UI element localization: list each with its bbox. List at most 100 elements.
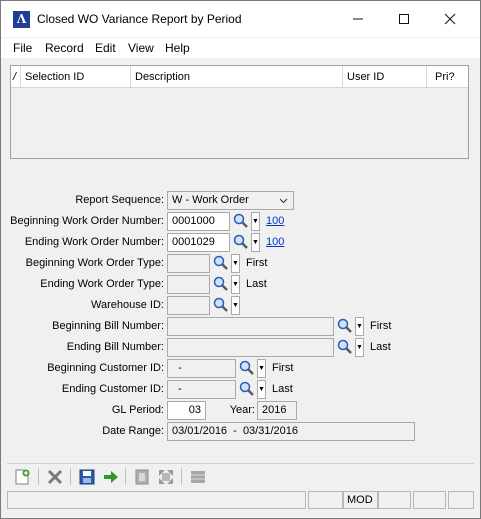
new-record-button[interactable]: [12, 467, 32, 487]
maximize-button[interactable]: [387, 5, 421, 33]
warehouse-id-input[interactable]: [167, 296, 210, 315]
menu-bar: File Record Edit View Help: [1, 38, 480, 58]
ending-bill-number-label: Ending Bill Number:: [66, 341, 164, 353]
maximize-icon: [399, 14, 409, 24]
arrow-right-icon: [104, 471, 118, 483]
ending-customer-id-lookup-button[interactable]: [238, 380, 256, 398]
ending-customer-id-dropdown-button[interactable]: ▼: [257, 380, 266, 399]
status-cell: [413, 491, 446, 509]
beginning-work-order-type-lookup-button[interactable]: [212, 254, 230, 272]
ending-bill-number-hint: Last: [370, 341, 391, 353]
grid-header: / Selection ID Description User ID Pri?: [11, 66, 468, 88]
ending-customer-id-hint: Last: [272, 383, 293, 395]
magnifier-icon: [233, 234, 248, 249]
gl-period-input[interactable]: 03: [167, 401, 206, 420]
status-mode-cell: MOD: [343, 491, 378, 509]
ending-work-order-type-dropdown-button[interactable]: ▼: [231, 275, 240, 294]
toolbar-separator: [125, 468, 126, 485]
ending-work-order-dropdown-button[interactable]: ▼: [251, 233, 260, 252]
report-sequence-label: Report Sequence:: [75, 194, 164, 206]
expand-arrows-icon: [159, 470, 173, 484]
menu-edit[interactable]: Edit: [95, 41, 116, 55]
beginning-customer-id-lookup-button[interactable]: [238, 359, 256, 377]
year-label: Year:: [229, 404, 255, 416]
beginning-bill-number-label: Beginning Bill Number:: [52, 320, 164, 332]
beginning-work-order-dropdown-button[interactable]: ▼: [251, 212, 260, 231]
beginning-bill-number-input[interactable]: [167, 317, 334, 336]
grid-view-button: [188, 467, 208, 487]
ending-work-order-type-lookup-button[interactable]: [212, 275, 230, 293]
ending-work-order-lookup-button[interactable]: [232, 233, 250, 251]
report-window: Λ Closed WO Variance Report by Period Fi…: [0, 0, 481, 519]
beginning-work-order-type-dropdown-button[interactable]: ▼: [231, 254, 240, 273]
gl-period-label: GL Period:: [111, 404, 164, 416]
save-button[interactable]: [77, 467, 97, 487]
ending-customer-id-input[interactable]: -: [167, 380, 236, 399]
grid-icon: [191, 471, 205, 483]
menu-help[interactable]: Help: [165, 41, 190, 55]
copy-button: [132, 467, 152, 487]
ending-work-order-type-hint: Last: [246, 278, 267, 290]
row-indicator-column: /: [11, 66, 21, 88]
magnifier-icon: [239, 360, 254, 375]
report-sequence-value: W - Work Order: [172, 194, 249, 206]
chevron-down-icon: [279, 192, 288, 215]
next-button[interactable]: [101, 467, 121, 487]
beginning-customer-id-label: Beginning Customer ID:: [47, 362, 164, 374]
document-grey-icon: [135, 469, 149, 485]
beginning-bill-number-hint: First: [370, 320, 392, 332]
delete-icon: [47, 469, 63, 485]
column-header-pri[interactable]: Pri?: [427, 66, 468, 88]
toolbar-separator: [70, 468, 71, 485]
ending-work-order-number-label: Ending Work Order Number:: [24, 236, 164, 248]
status-cell: [448, 491, 474, 509]
beginning-work-order-number-input[interactable]: 0001000: [167, 212, 230, 231]
ending-bill-number-lookup-button[interactable]: [336, 338, 354, 356]
ending-bill-number-input[interactable]: [167, 338, 334, 357]
beginning-customer-id-dropdown-button[interactable]: ▼: [257, 359, 266, 378]
beginning-bill-number-lookup-button[interactable]: [336, 317, 354, 335]
close-button[interactable]: [433, 5, 467, 33]
delete-button[interactable]: [45, 467, 65, 487]
magnifier-icon: [337, 318, 352, 333]
date-range-field: 03/01/2016 - 03/31/2016: [167, 422, 415, 441]
close-icon: [444, 13, 456, 25]
minimize-icon: [353, 18, 363, 20]
ending-customer-id-label: Ending Customer ID:: [61, 383, 164, 395]
ending-bill-number-dropdown-button[interactable]: ▼: [355, 338, 364, 357]
column-header-user-id[interactable]: User ID: [343, 66, 427, 88]
ending-work-order-link[interactable]: 100: [266, 236, 284, 248]
warehouse-id-label: Warehouse ID:: [91, 299, 164, 311]
beginning-work-order-type-label: Beginning Work Order Type:: [25, 257, 164, 269]
selection-grid[interactable]: / Selection ID Description User ID Pri?: [10, 65, 469, 159]
status-cell: [308, 491, 343, 509]
report-sequence-select[interactable]: W - Work Order: [167, 191, 294, 210]
beginning-customer-id-hint: First: [272, 362, 294, 374]
beginning-work-order-link[interactable]: 100: [266, 215, 284, 227]
magnifier-icon: [239, 381, 254, 396]
beginning-work-order-type-input[interactable]: [167, 254, 210, 273]
menu-record[interactable]: Record: [45, 41, 84, 55]
menu-file[interactable]: File: [13, 41, 32, 55]
warehouse-id-lookup-button[interactable]: [212, 296, 230, 314]
year-field: 2016: [257, 401, 297, 420]
column-header-selection-id[interactable]: Selection ID: [21, 66, 131, 88]
beginning-work-order-lookup-button[interactable]: [232, 212, 250, 230]
status-cell: [378, 491, 411, 509]
magnifier-icon: [213, 276, 228, 291]
ending-work-order-number-input[interactable]: 0001029: [167, 233, 230, 252]
menu-view[interactable]: View: [128, 41, 154, 55]
ending-work-order-type-label: Ending Work Order Type:: [40, 278, 164, 290]
beginning-customer-id-input[interactable]: -: [167, 359, 236, 378]
warehouse-id-dropdown-button[interactable]: ▼: [231, 296, 240, 315]
minimize-button[interactable]: [341, 5, 375, 33]
column-header-description[interactable]: Description: [131, 66, 343, 88]
magnifier-icon: [337, 339, 352, 354]
status-bar: MOD: [7, 491, 474, 509]
date-range-label: Date Range:: [102, 425, 164, 437]
app-logo-icon: Λ: [13, 11, 30, 28]
magnifier-icon: [233, 213, 248, 228]
status-message-cell: [7, 491, 306, 509]
ending-work-order-type-input[interactable]: [167, 275, 210, 294]
beginning-bill-number-dropdown-button[interactable]: ▼: [355, 317, 364, 336]
